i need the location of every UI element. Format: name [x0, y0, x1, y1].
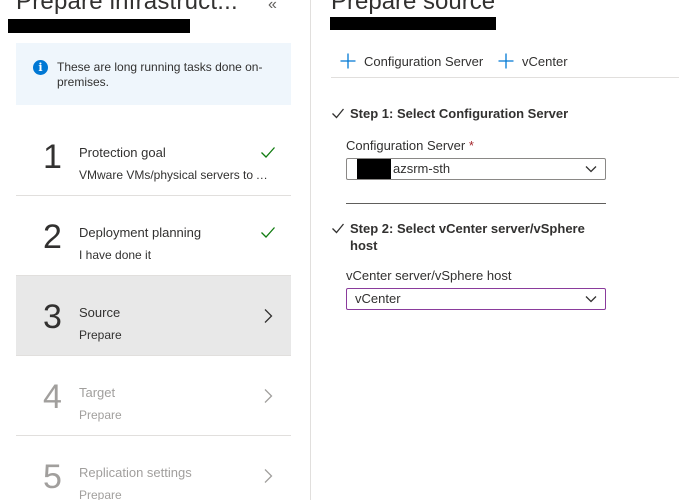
left-panel: Prepare infrastruct... « i These are lon… — [0, 0, 310, 500]
chevron-down-icon — [585, 166, 597, 173]
left-panel-title: Prepare infrastruct... — [16, 0, 238, 15]
collapse-panel-button[interactable]: « — [268, 0, 277, 14]
command-bar: Configuration Server vCenter — [331, 44, 679, 78]
step-title: Source — [79, 305, 121, 320]
vcenter-host-label: vCenter server/vSphere host — [346, 268, 512, 283]
plus-icon — [498, 53, 514, 69]
step-number: 3 — [43, 298, 62, 336]
step1-heading: Step 1: Select Configuration Server — [350, 106, 569, 121]
step-title: Target — [79, 385, 116, 400]
required-marker: * — [468, 138, 474, 153]
chevron-right-icon — [264, 389, 273, 403]
step2-section: Step 2: Select vCenter server/vSphere ho… — [331, 220, 606, 310]
redacted-block — [8, 19, 190, 33]
chevron-down-icon — [585, 296, 597, 303]
wizard-steps: 1 Protection goal VMware VMs/physical se… — [16, 116, 291, 500]
step-subtitle: Prepare — [79, 328, 122, 342]
step-subtitle: Prepare — [79, 408, 122, 422]
step-title: Deployment planning — [79, 225, 202, 240]
chevron-right-icon — [264, 469, 273, 483]
panel-divider — [310, 0, 311, 500]
step-subtitle: VMware VMs/physical servers to Azure — [79, 168, 274, 182]
step2-heading: Step 2: Select vCenter server/vSphere ho… — [350, 221, 585, 253]
info-banner-text: These are long running tasks done on-pre… — [57, 60, 263, 89]
step-deployment-planning[interactable]: 2 Deployment planning I have done it — [16, 196, 291, 276]
step2-header[interactable]: Step 2: Select vCenter server/vSphere ho… — [331, 220, 591, 254]
step1-section: Step 1: Select Configuration Server Conf… — [331, 105, 606, 180]
configuration-server-label: Configuration Server * — [346, 138, 606, 153]
step-title: Protection goal — [79, 145, 166, 160]
step-source[interactable]: 3 Source Prepare — [16, 276, 291, 356]
configuration-server-label-text: Configuration Server — [346, 138, 466, 153]
step-number: 2 — [43, 218, 62, 256]
step-replication-settings[interactable]: 5 Replication settings Prepare — [16, 436, 291, 500]
chevron-right-icon — [264, 309, 273, 323]
step-number: 1 — [43, 138, 62, 176]
add-vcenter-button[interactable]: vCenter — [497, 52, 568, 70]
plus-icon — [340, 53, 356, 69]
add-configuration-server-button[interactable]: Configuration Server — [339, 52, 483, 70]
step-number: 4 — [43, 378, 62, 416]
step-title: Replication settings — [79, 465, 192, 480]
info-banner: i These are long running tasks done on-p… — [16, 43, 291, 105]
step-subtitle: Prepare — [79, 488, 122, 500]
configuration-server-value: azsrm-sth — [393, 161, 451, 176]
checkmark-icon — [261, 147, 275, 158]
info-icon: i — [33, 60, 48, 75]
page-title: Prepare source — [331, 0, 496, 15]
step-number: 5 — [43, 458, 62, 496]
step-target[interactable]: 4 Target Prepare — [16, 356, 291, 436]
vcenter-host-value: vCenter — [355, 291, 401, 306]
redacted-block — [330, 17, 496, 30]
add-vcenter-label: vCenter — [522, 53, 568, 69]
checkmark-icon — [261, 227, 275, 238]
step-subtitle: I have done it — [79, 248, 152, 262]
section-separator — [346, 203, 606, 204]
vcenter-host-dropdown[interactable]: vCenter — [346, 288, 606, 310]
step1-header[interactable]: Step 1: Select Configuration Server — [331, 105, 606, 122]
checkmark-icon — [332, 108, 345, 119]
step-protection-goal[interactable]: 1 Protection goal VMware VMs/physical se… — [16, 116, 291, 196]
add-configuration-server-label: Configuration Server — [364, 53, 484, 69]
redacted-block — [357, 159, 391, 179]
checkmark-icon — [332, 223, 345, 234]
configuration-server-dropdown[interactable]: azsrm-sth — [346, 158, 606, 180]
